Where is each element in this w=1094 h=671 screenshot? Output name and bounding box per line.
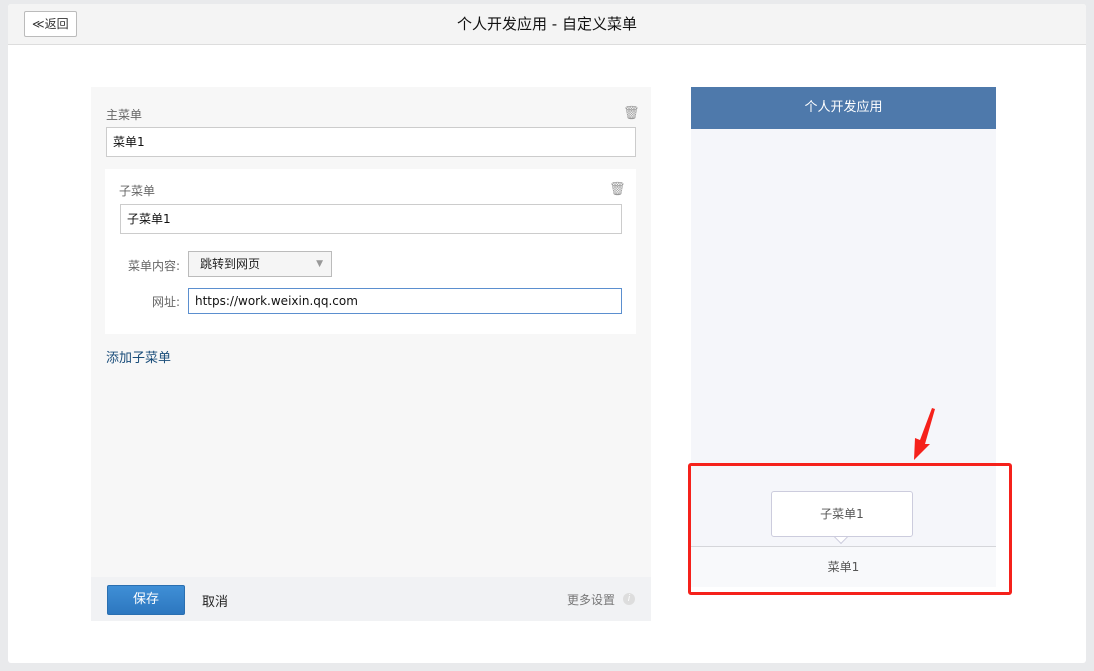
main-menu-label: 主菜单 [106,108,143,122]
cancel-button[interactable]: 取消 [202,591,228,610]
header: ≪返回 个人开发应用 - 自定义菜单 [8,4,1086,45]
preview-menu-item[interactable]: 菜单1 [691,546,996,587]
menu-content-select[interactable]: 跳转到网页 ▼ [188,251,332,277]
save-button[interactable]: 保存 [107,585,185,615]
preview-sub-menu-item[interactable]: 子菜单1 [771,491,913,537]
url-input[interactable]: https://work.weixin.qq.com [188,288,622,314]
add-sub-menu-link[interactable]: 添加子菜单 [106,347,171,366]
page-title: 个人开发应用 - 自定义菜单 [457,15,637,33]
page-card: ≪返回 个人开发应用 - 自定义菜单 主菜单 🗑 菜单1 子菜单 🗑 子菜单1 … [8,4,1086,663]
menu-content-value: 跳转到网页 [200,257,261,271]
preview-app-name: 个人开发应用 [691,87,996,129]
sub-menu-input[interactable]: 子菜单1 [120,204,622,234]
more-settings-link[interactable]: 更多设置 [567,591,615,608]
info-icon[interactable]: i [623,593,635,605]
dropdown-arrow-icon: ▼ [316,259,323,269]
main-menu-input[interactable]: 菜单1 [106,127,636,157]
menu-editor: 主菜单 🗑 菜单1 子菜单 🗑 子菜单1 菜单内容: 跳转到网页 ▼ 网址: h… [91,87,651,621]
delete-sub-menu-icon[interactable]: 🗑 [609,182,626,197]
menu-content-label: 菜单内容: [128,259,181,273]
phone-preview: 个人开发应用 子菜单1 菜单1 [691,87,996,587]
back-button[interactable]: ≪返回 [24,11,77,37]
url-label: 网址: [152,295,181,309]
footer-bar: 保存 取消 更多设置 i [91,577,651,621]
delete-main-menu-icon[interactable]: 🗑 [623,106,640,121]
sub-menu-label: 子菜单 [119,184,156,198]
sub-menu-panel: 子菜单 🗑 子菜单1 菜单内容: 跳转到网页 ▼ 网址: https://wor… [105,169,636,334]
